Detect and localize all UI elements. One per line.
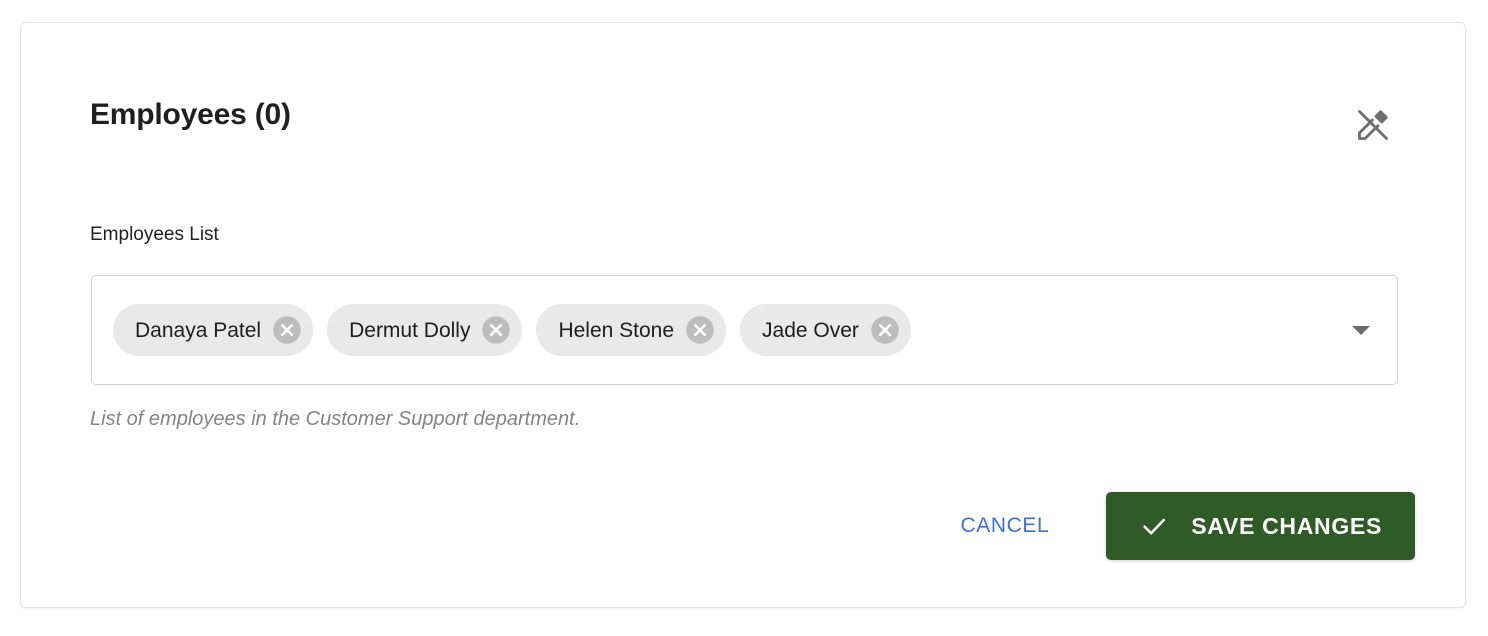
chip-item[interactable]: Jade Over (740, 304, 911, 356)
close-circle-icon (481, 315, 511, 345)
chip-remove-button[interactable] (685, 315, 715, 345)
chip-remove-button[interactable] (870, 315, 900, 345)
field-helper-text: List of employees in the Customer Suppor… (90, 408, 581, 430)
dialog-actions: CANCEL SAVE CHANGES (21, 492, 1415, 560)
employees-multiselect[interactable]: Danaya Patel Dermut Dolly Helen Stone Ja… (91, 275, 1398, 385)
cancel-button[interactable]: CANCEL (950, 506, 1059, 546)
chip-label: Helen Stone (558, 318, 675, 342)
employees-card: Employees (0) Employees List Danaya Pate… (20, 22, 1466, 608)
chip-label: Jade Over (762, 318, 859, 342)
close-circle-icon (272, 315, 302, 345)
edit-off-icon-button[interactable] (1349, 101, 1397, 149)
check-icon (1139, 511, 1169, 541)
chip-item[interactable]: Helen Stone (536, 304, 727, 356)
chip-remove-button[interactable] (272, 315, 302, 345)
chevron-down-icon (1352, 325, 1370, 335)
chip-list: Danaya Patel Dermut Dolly Helen Stone Ja… (113, 276, 1327, 384)
close-circle-icon (870, 315, 900, 345)
edit-off-icon (1355, 107, 1391, 143)
save-changes-label: SAVE CHANGES (1191, 512, 1382, 539)
chip-item[interactable]: Danaya Patel (113, 304, 314, 356)
close-circle-icon (685, 315, 715, 345)
save-changes-button[interactable]: SAVE CHANGES (1106, 492, 1415, 560)
chip-label: Dermut Dolly (349, 318, 471, 342)
chevron-down-icon-button[interactable] (1347, 316, 1375, 344)
chip-remove-button[interactable] (481, 315, 511, 345)
card-header: Employees (0) (21, 23, 1465, 143)
page-title: Employees (0) (90, 98, 291, 131)
chip-label: Danaya Patel (135, 318, 262, 342)
chip-item[interactable]: Dermut Dolly (327, 304, 523, 356)
employees-list-label: Employees List (90, 224, 219, 245)
